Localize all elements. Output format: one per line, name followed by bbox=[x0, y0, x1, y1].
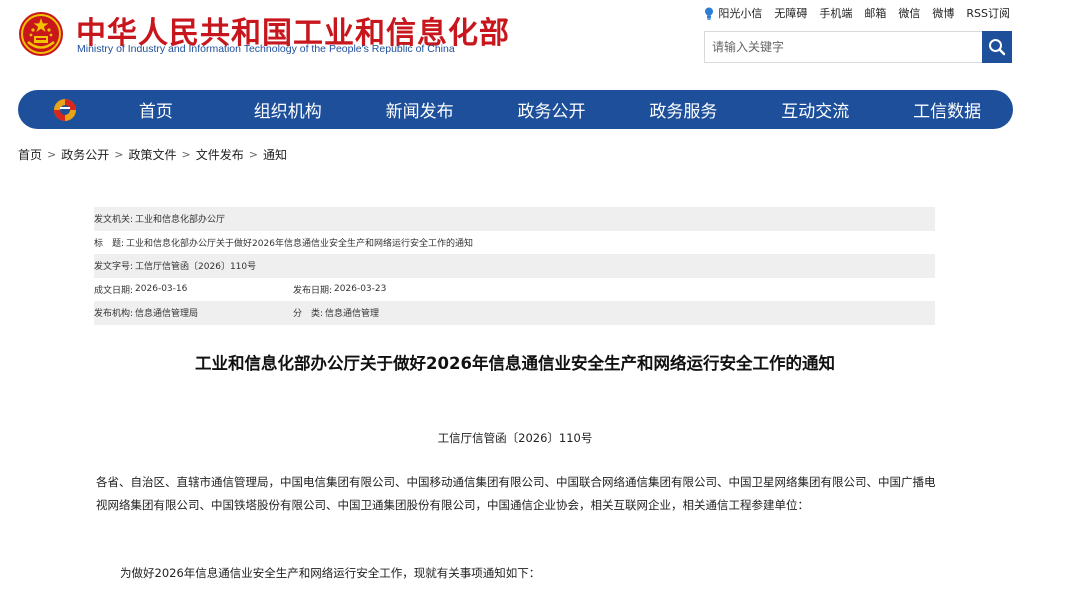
top-link-mail[interactable]: 邮箱 bbox=[864, 5, 886, 21]
breadcrumb: 首页 > 政务公开 > 政策文件 > 文件发布 > 通知 bbox=[18, 146, 287, 163]
nav-items: 首页 组织机构 新闻发布 政务公开 政务服务 互动交流 工信数据 bbox=[90, 90, 1013, 129]
breadcrumb-open-government[interactable]: 政务公开 bbox=[61, 146, 109, 163]
nav-item-interaction[interactable]: 互动交流 bbox=[749, 97, 881, 122]
breadcrumb-document-release[interactable]: 文件发布 bbox=[196, 146, 244, 163]
top-link-label: 阳光小信 bbox=[718, 7, 763, 20]
search-icon bbox=[989, 39, 1006, 56]
meta-label-published: 发布日期: bbox=[293, 285, 333, 296]
top-link-sunshine[interactable]: 阳光小信 bbox=[704, 5, 762, 21]
meta-value-org: 信息通信管理局 bbox=[135, 309, 199, 320]
meta-cell-created: 成文日期: 2026-03-16 bbox=[94, 283, 293, 296]
meta-row-doc-no: 发文字号: 工信厅信管函〔2026〕110号 bbox=[94, 254, 935, 278]
nav-item-open-government[interactable]: 政务公开 bbox=[486, 97, 618, 122]
breadcrumb-separator: > bbox=[47, 148, 57, 161]
breadcrumb-separator: > bbox=[248, 148, 258, 161]
meta-label-issuer: 发文机关: bbox=[94, 215, 134, 226]
miit-logo-icon[interactable] bbox=[52, 97, 78, 123]
meta-label-created: 成文日期: bbox=[94, 285, 134, 296]
breadcrumb-policy-documents[interactable]: 政策文件 bbox=[128, 146, 176, 163]
top-link-weibo[interactable]: 微博 bbox=[932, 5, 954, 21]
document-meta-table: 发文机关: 工业和信息化部办公厅 标 题: 工业和信息化部办公厅关于做好2026… bbox=[94, 207, 935, 325]
meta-cell-category: 分 类: 信息通信管理 bbox=[293, 306, 379, 319]
meta-label-title: 标 题: bbox=[94, 238, 125, 249]
top-link-rss[interactable]: RSS订阅 bbox=[966, 5, 1010, 21]
nav-item-services[interactable]: 政务服务 bbox=[617, 97, 749, 122]
meta-label-category: 分 类: bbox=[293, 309, 324, 320]
top-links: 阳光小信 无障碍 手机端 邮箱 微信 微博 RSS订阅 bbox=[704, 5, 1010, 21]
top-link-mobile[interactable]: 手机端 bbox=[819, 5, 852, 21]
breadcrumb-separator: > bbox=[114, 148, 124, 161]
meta-row-title: 标 题: 工业和信息化部办公厅关于做好2026年信息通信业安全生产和网络运行安全… bbox=[94, 231, 935, 255]
meta-value-issuer: 工业和信息化部办公厅 bbox=[135, 215, 226, 226]
search-button[interactable] bbox=[982, 31, 1012, 63]
site-name-en[interactable]: Ministry of Industry and Information Tec… bbox=[77, 43, 455, 55]
top-link-wechat[interactable]: 微信 bbox=[898, 5, 920, 21]
meta-label-org: 发布机构: bbox=[94, 309, 134, 320]
meta-row-issuer: 发文机关: 工业和信息化部办公厅 bbox=[94, 207, 935, 231]
meta-value-category: 信息通信管理 bbox=[325, 309, 380, 320]
nav-item-organization[interactable]: 组织机构 bbox=[222, 97, 354, 122]
nav-item-data[interactable]: 工信数据 bbox=[881, 97, 1013, 122]
lightbulb-icon bbox=[705, 7, 714, 20]
meta-value-published: 2026-03-23 bbox=[334, 284, 387, 295]
article-doc-number: 工信厅信管函〔2026〕110号 bbox=[437, 431, 593, 445]
meta-cell-published: 发布日期: 2026-03-23 bbox=[293, 283, 386, 296]
meta-value-title: 工业和信息化部办公厅关于做好2026年信息通信业安全生产和网络运行安全工作的通知 bbox=[126, 238, 473, 249]
meta-row-dates: 成文日期: 2026-03-16 发布日期: 2026-03-23 bbox=[94, 278, 935, 302]
meta-value-doc-no: 工信厅信管函〔2026〕110号 bbox=[135, 262, 257, 273]
article-paragraph: 各省、自治区、直辖市通信管理局，中国电信集团有限公司、中国移动通信集团有限公司、… bbox=[96, 475, 936, 512]
article-title: 工业和信息化部办公厅关于做好2026年信息通信业安全生产和网络运行安全工作的通知 bbox=[195, 354, 835, 373]
nav-item-home[interactable]: 首页 bbox=[90, 97, 222, 122]
meta-label-doc-no: 发文字号: bbox=[94, 262, 134, 273]
top-link-accessibility[interactable]: 无障碍 bbox=[774, 5, 807, 21]
national-emblem-icon bbox=[18, 11, 64, 57]
nav-item-news[interactable]: 新闻发布 bbox=[354, 97, 486, 122]
meta-row-org: 发布机构: 信息通信管理局 分 类: 信息通信管理 bbox=[94, 301, 935, 325]
breadcrumb-notice[interactable]: 通知 bbox=[263, 146, 287, 163]
main-nav: 首页 组织机构 新闻发布 政务公开 政务服务 互动交流 工信数据 bbox=[18, 90, 1013, 129]
search-box bbox=[704, 31, 1012, 63]
article-paragraph: 为做好2026年信息通信业安全生产和网络运行安全工作，现就有关事项通知如下： bbox=[120, 566, 541, 580]
meta-cell-org: 发布机构: 信息通信管理局 bbox=[94, 306, 293, 319]
search-input[interactable] bbox=[705, 32, 983, 62]
breadcrumb-separator: > bbox=[181, 148, 191, 161]
breadcrumb-home[interactable]: 首页 bbox=[18, 146, 42, 163]
meta-value-created: 2026-03-16 bbox=[135, 284, 188, 295]
